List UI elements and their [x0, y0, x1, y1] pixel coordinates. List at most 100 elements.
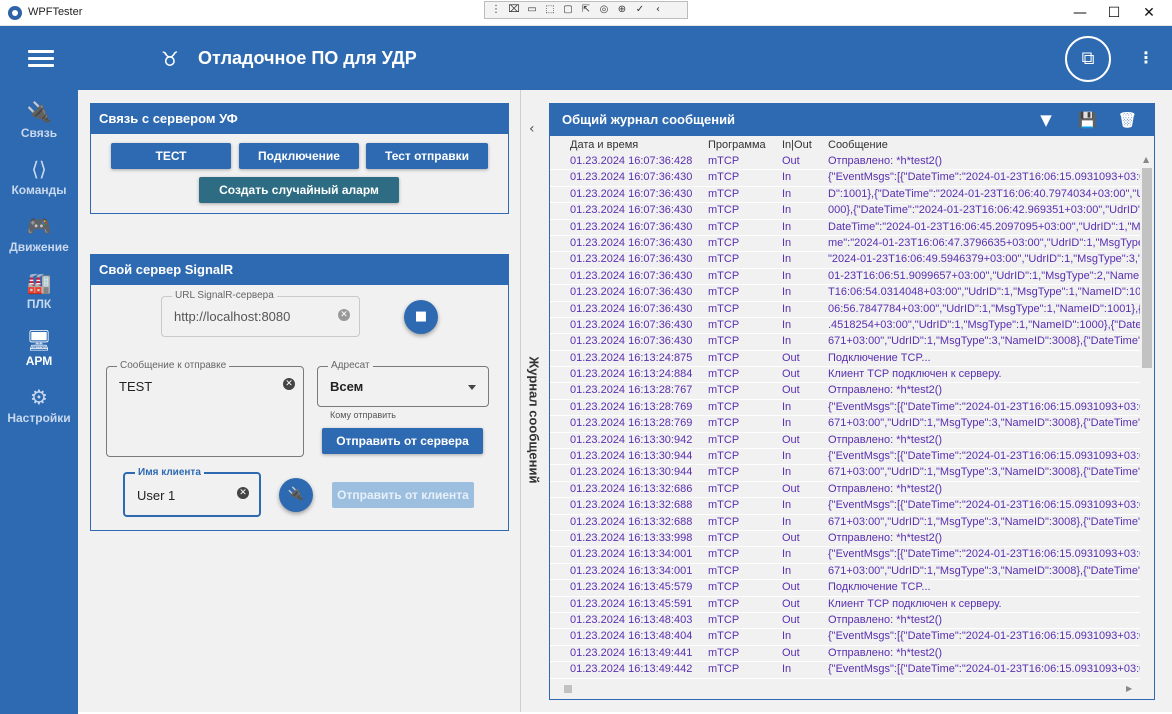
clear-url-icon: ✕ [338, 309, 350, 321]
log-row[interactable]: 01.23.2024 16:13:34:001 mTCP In 671+03:00",… [550, 564, 1140, 581]
log-title: Общий журнал сообщений [562, 112, 736, 127]
log-horizontal-scrollbar[interactable]: ▶ [550, 682, 1140, 696]
log-row[interactable]: 01.23.2024 16:13:48:404 mTCP In {"EventMsgs… [550, 629, 1140, 646]
log-row[interactable]: 01.23.2024 16:13:33:998 mTCP Out Отправлено… [550, 531, 1140, 548]
column-inout[interactable]: In|Out [782, 139, 822, 151]
log-row[interactable]: 01.23.2024 16:07:36:430 mTCP In T16:06:54.0… [550, 285, 1140, 302]
save-icon[interactable]: 💾 [1078, 111, 1097, 129]
hamburger-icon[interactable] [28, 50, 54, 68]
adorners-icon[interactable]: ▢ [560, 3, 576, 17]
sidebar-item-commands[interactable]: ⟨⟩ Команды [0, 157, 78, 213]
sidebar-item-connection[interactable]: 🔌 Связь [0, 100, 78, 156]
column-program[interactable]: Программа [708, 139, 778, 151]
filter-icon[interactable]: ▼ [1037, 111, 1055, 129]
network-icon[interactable]: ⧉ [1065, 36, 1111, 82]
accessibility-icon[interactable]: ⊕ [614, 3, 630, 17]
preview-icon[interactable]: ⇱ [578, 3, 594, 17]
log-cell-message: Клиент TCP подключен к серверу. [828, 368, 1002, 381]
log-cell-message: 671+03:00","UdrID":1,"MsgType":3,"NameID… [828, 466, 1140, 479]
log-row[interactable]: 01.23.2024 16:13:49:441 mTCP Out Отправлено… [550, 646, 1140, 663]
binding-icon[interactable]: ◎ [596, 3, 612, 17]
sidebar-item-label: АРМ [25, 354, 53, 368]
window-title: WPFTester [28, 6, 83, 18]
log-cell-program: mTCP [708, 499, 740, 512]
log-row[interactable]: 01.23.2024 16:13:32:688 mTCP In 671+03:00",… [550, 515, 1140, 531]
track-focus-icon[interactable]: ⬚ [542, 3, 558, 17]
scroll-right-icon[interactable]: ▶ [1126, 684, 1132, 693]
log-row[interactable]: 01.23.2024 16:13:45:579 mTCP Out Подключени… [550, 580, 1140, 597]
select-element-icon[interactable]: ⌧ [506, 3, 522, 17]
panel-divider[interactable] [520, 90, 521, 712]
log-row[interactable]: 01.23.2024 16:13:49:442 mTCP In {"EventMsgs… [550, 662, 1140, 679]
random-alarm-button[interactable]: Создать случайный аларм [199, 177, 399, 203]
log-row[interactable]: 01.23.2024 16:13:24:884 mTCP Out Клиент TCP… [550, 367, 1140, 384]
log-row[interactable]: 01.23.2024 16:13:28:767 mTCP Out Отправлено… [550, 383, 1140, 400]
log-row[interactable]: 01.23.2024 16:13:28:769 mTCP In {"EventMsgs… [550, 400, 1140, 417]
clear-message-icon[interactable]: ✕ [283, 378, 295, 390]
log-cell-inout: Out [782, 482, 800, 495]
log-row[interactable]: 01.23.2024 16:07:36:430 mTCP In 671+03:00",… [550, 334, 1140, 351]
log-row[interactable]: 01.23.2024 16:13:32:686 mTCP Out Отправлено… [550, 482, 1140, 499]
log-cell-datetime: 01.23.2024 16:07:36:430 [570, 220, 693, 233]
log-row[interactable]: 01.23.2024 16:13:45:591 mTCP Out Клиент TCP… [550, 597, 1140, 613]
connect-button[interactable]: Подключение [239, 143, 359, 169]
log-row[interactable]: 01.23.2024 16:13:28:769 mTCP In 671+03:00",… [550, 416, 1140, 433]
log-row[interactable]: 01.23.2024 16:13:30:944 mTCP In 671+03:00",… [550, 465, 1140, 482]
client-name-field[interactable]: Имя клиента User 1 ✕ [123, 467, 261, 517]
collapse-log-icon[interactable]: ‹ [529, 121, 535, 137]
log-cell-program: mTCP [708, 384, 740, 397]
stop-server-button[interactable]: ■ [404, 300, 438, 334]
clear-client-icon[interactable]: ✕ [237, 487, 249, 499]
log-row[interactable]: 01.23.2024 16:13:30:942 mTCP Out Отправлено… [550, 433, 1140, 450]
log-row[interactable]: 01.23.2024 16:07:36:428 mTCP Out Отправлено… [550, 154, 1140, 171]
kebab-icon[interactable]: ⋮ [1138, 48, 1154, 68]
log-cell-program: mTCP [708, 450, 740, 463]
display-layout-icon[interactable]: ▭ [524, 3, 540, 17]
recipient-label: Адресат [328, 360, 373, 371]
log-row[interactable]: 01.23.2024 16:07:36:430 mTCP In DateTime":"… [550, 220, 1140, 236]
toolbar-grip-icon[interactable]: ⋮ [488, 3, 504, 17]
log-row[interactable]: 01.23.2024 16:13:30:944 mTCP In {"EventMsgs… [550, 449, 1140, 466]
log-cell-program: mTCP [708, 351, 740, 364]
log-row[interactable]: 01.23.2024 16:07:36:430 mTCP In me":"2024-0… [550, 236, 1140, 253]
log-row[interactable]: 01.23.2024 16:13:24:875 mTCP Out Подключени… [550, 351, 1140, 368]
check-icon[interactable]: ✓ [632, 3, 648, 17]
recipient-select[interactable]: Адресат Всем [317, 360, 489, 407]
close-window-button[interactable]: ✕ [1126, 0, 1172, 26]
send-from-server-button[interactable]: Отправить от сервера [322, 428, 483, 454]
sidebar-item-plc[interactable]: 🏭 ПЛК [0, 271, 78, 327]
log-cell-message: Подключение TCP... [828, 581, 931, 594]
log-row[interactable]: 01.23.2024 16:13:34:001 mTCP In {"EventMsgs… [550, 547, 1140, 564]
log-row[interactable]: 01.23.2024 16:13:48:403 mTCP Out Отправлено… [550, 613, 1140, 630]
log-vertical-thumb[interactable] [1142, 168, 1152, 368]
sidebar-item-arm[interactable]: 🖥 АРМ [0, 328, 78, 384]
column-datetime[interactable]: Дата и время [570, 139, 710, 151]
scroll-up-icon[interactable]: ▲ [1143, 155, 1149, 164]
test-send-button[interactable]: Тест отправки [366, 143, 488, 169]
collapse-toolbar-icon[interactable]: ‹ [650, 3, 666, 17]
log-row[interactable]: 01.23.2024 16:07:36:430 mTCP In "2024-01-23… [550, 252, 1140, 269]
column-message[interactable]: Сообщение [828, 139, 1140, 151]
sidebar-item-settings[interactable]: ⚙ Настройки [0, 385, 78, 441]
log-side-title[interactable]: Журнал сообщений [527, 357, 542, 484]
log-row[interactable]: 01.23.2024 16:13:32:688 mTCP In {"EventMsgs… [550, 498, 1140, 515]
sidebar-item-motion[interactable]: 🎮 Движение [0, 214, 78, 270]
log-row[interactable]: 01.23.2024 16:07:36:430 mTCP In 000},{"Date… [550, 203, 1140, 220]
message-field[interactable]: Сообщение к отправке TEST ✕ [106, 360, 304, 457]
log-row[interactable]: 01.23.2024 16:07:36:430 mTCP In .4518254+03… [550, 318, 1140, 335]
log-vertical-scrollbar[interactable]: ▲ [1140, 154, 1154, 680]
log-row[interactable]: 01.23.2024 16:07:36:430 mTCP In 06:56.78477… [550, 302, 1140, 318]
log-horizontal-thumb[interactable] [564, 685, 572, 693]
log-cell-program: mTCP [708, 564, 740, 577]
log-row[interactable]: 01.23.2024 16:07:36:430 mTCP In 01-23T16:06… [550, 269, 1140, 286]
log-panel: Общий журнал сообщений ▼ 💾 🗑 Дата и врем… [549, 103, 1155, 700]
log-cell-message: T16:06:54.0314048+03:00","UdrID":1,"MsgT… [828, 286, 1140, 299]
window-titlebar: WPFTester ⋮ ⌧ ▭ ⬚ ▢ ⇱ ◎ ⊕ ✓ ‹ — ☐ ✕ [0, 0, 1172, 26]
log-cell-message: Подключение TCP... [828, 351, 931, 364]
log-row[interactable]: 01.23.2024 16:07:36:430 mTCP In {"EventMsgs… [550, 170, 1140, 187]
connect-client-button[interactable]: 🔌 [279, 478, 313, 512]
factory-icon: 🏭 [26, 271, 52, 295]
trash-icon[interactable]: 🗑 [1118, 111, 1137, 129]
test-button[interactable]: ТЕСТ [111, 143, 231, 169]
log-row[interactable]: 01.23.2024 16:07:36:430 mTCP In D":1001},{"… [550, 187, 1140, 204]
